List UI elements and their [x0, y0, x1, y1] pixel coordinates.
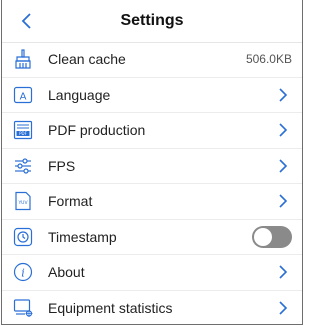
yuv-file-icon: YUV — [12, 190, 34, 212]
cache-size-value: 506.0KB — [245, 52, 292, 67]
row-label: Language — [48, 86, 111, 103]
device-stats-icon — [12, 297, 34, 319]
row-clean-cache[interactable]: Clean cache 506.0KB — [2, 42, 302, 78]
row-format[interactable]: YUV Format — [2, 184, 302, 220]
svg-text:YUV: YUV — [17, 200, 28, 206]
settings-list: Clean cache 506.0KB A Language PDF PDF p… — [2, 42, 302, 326]
row-equipment-statistics[interactable]: Equipment statistics — [2, 291, 302, 326]
row-timestamp: Timestamp — [2, 220, 302, 255]
svg-text:i: i — [21, 267, 25, 280]
chevron-right-icon — [279, 88, 288, 102]
header: Settings — [2, 0, 302, 43]
chevron-right-icon — [279, 194, 288, 208]
row-about[interactable]: i About — [2, 255, 302, 291]
chevron-right-icon — [279, 301, 288, 315]
toggle-knob — [254, 227, 272, 246]
settings-screen: Settings Clean cache 506.0KB A Language … — [1, 0, 303, 325]
row-label: About — [48, 264, 85, 281]
chevron-left-icon — [21, 13, 31, 29]
broom-icon — [12, 48, 34, 70]
svg-text:PDF: PDF — [19, 131, 27, 136]
chevron-right-icon — [279, 123, 288, 137]
info-icon: i — [12, 261, 34, 283]
page-title: Settings — [120, 12, 184, 29]
row-label: Equipment statistics — [48, 300, 173, 317]
row-label: PDF production — [48, 122, 146, 139]
svg-text:A: A — [20, 91, 27, 102]
timestamp-icon — [12, 226, 34, 248]
back-button[interactable] — [12, 6, 42, 36]
row-fps[interactable]: FPS — [2, 149, 302, 184]
row-label: Clean cache — [48, 51, 126, 68]
chevron-right-icon — [279, 265, 288, 279]
sliders-icon — [12, 155, 34, 177]
row-label: Timestamp — [48, 228, 117, 245]
language-icon: A — [12, 84, 34, 106]
row-label: FPS — [48, 157, 76, 174]
timestamp-toggle[interactable] — [252, 225, 292, 248]
row-pdf-production[interactable]: PDF PDF production — [2, 113, 302, 149]
chevron-right-icon — [279, 159, 288, 173]
pdf-icon: PDF — [12, 119, 34, 141]
row-label: Format — [48, 193, 93, 210]
row-language[interactable]: A Language — [2, 78, 302, 113]
